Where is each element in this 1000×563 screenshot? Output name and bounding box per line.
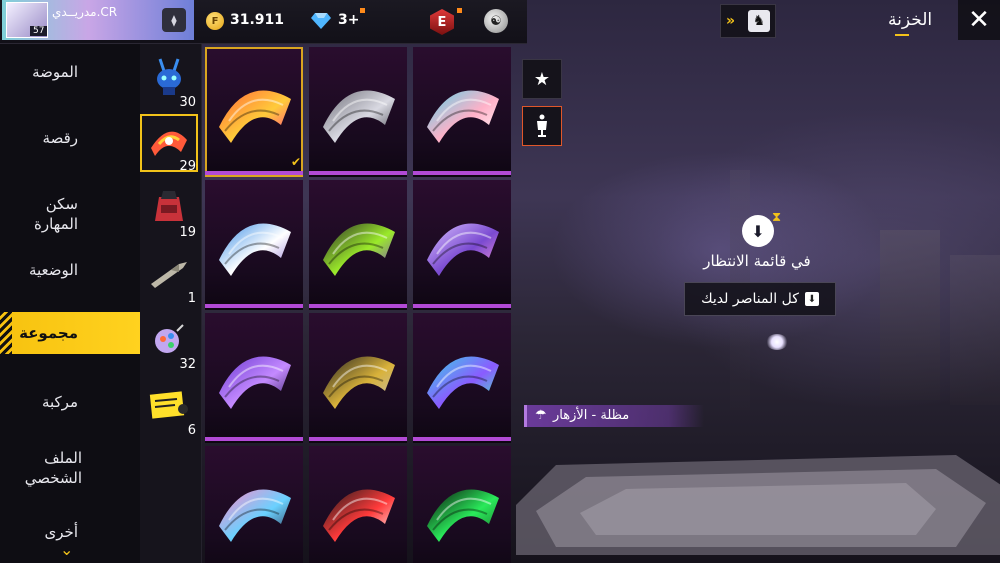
- category-fashion[interactable]: الموضة: [0, 62, 140, 82]
- subcategory-emote-item[interactable]: 32: [140, 310, 202, 374]
- elite-pass-badge-icon[interactable]: E: [430, 9, 454, 35]
- category-menu: الموضة رقصة سكن المهارة الوضعية مجموعة م…: [0, 44, 140, 563]
- parachute-icon: [323, 356, 395, 409]
- vault-switch-button[interactable]: » ♞: [720, 4, 776, 38]
- subcategory-banner[interactable]: 6: [140, 376, 202, 440]
- item-name-banner: ☂ مظلة - الأزهار: [524, 405, 704, 427]
- parachute-icon: [427, 489, 499, 542]
- item-tile-parachute-red-text[interactable]: [309, 446, 407, 563]
- top-bar: 57 مدريــدي.CR ⧫ F 31.911 3+ E ☯: [0, 0, 527, 44]
- page-title: الخزنة: [888, 10, 933, 30]
- display-platform: [516, 455, 1000, 555]
- item-grid: ✔: [204, 46, 514, 563]
- parachute-icon: [323, 489, 395, 542]
- gold-coin-icon: F: [206, 12, 224, 30]
- item-tile-parachute-silver[interactable]: [309, 47, 407, 177]
- parachute-icon: [323, 223, 395, 276]
- rarity-bar: [413, 171, 511, 175]
- scene-light: [766, 334, 788, 350]
- rarity-bar: [205, 171, 303, 175]
- category-vehicle[interactable]: مركبة: [0, 392, 140, 412]
- item-tile-parachute-skull[interactable]: ✔: [205, 47, 303, 177]
- parachute-icon: [219, 223, 291, 276]
- guild-emblem-icon[interactable]: ☯: [484, 9, 508, 33]
- player-name: مدريــدي.CR: [52, 5, 118, 19]
- mannequin-icon[interactable]: [522, 106, 562, 146]
- parachute-icon: [148, 120, 190, 162]
- item-tile-parachute-purple-zigzag[interactable]: [205, 313, 303, 443]
- subcategory-count: 29: [179, 159, 196, 174]
- item-name: مظلة - الأزهار: [553, 408, 630, 423]
- rarity-bar: [205, 437, 303, 441]
- diamond-icon: [311, 13, 331, 29]
- rank-badge-icon[interactable]: ⧫: [162, 8, 186, 32]
- item-tile-parachute-gold-skull[interactable]: [309, 313, 407, 443]
- equipped-check-icon: ✔: [290, 155, 301, 169]
- parachute-icon: [427, 90, 499, 143]
- parachute-icon: [323, 90, 395, 143]
- player-level: 57: [30, 26, 48, 36]
- banner-icon: [148, 384, 190, 426]
- item-tile-parachute-violet[interactable]: [413, 180, 511, 310]
- vault-icon: ♞: [748, 10, 770, 32]
- profile-card[interactable]: 57 مدريــدي.CR ⧫: [2, 0, 194, 40]
- category-pose[interactable]: الوضعية: [0, 260, 140, 280]
- rarity-bar: [309, 437, 407, 441]
- parachute-small-icon: ☂: [535, 408, 547, 423]
- title-underline: [895, 34, 909, 36]
- double-chevron-icon: »: [726, 13, 736, 29]
- item-tile-parachute-cyan-pink[interactable]: [413, 47, 511, 177]
- parachute-icon: [427, 356, 499, 409]
- all-items-label: كل المناصر لديك: [701, 291, 799, 307]
- category-collection[interactable]: مجموعة: [0, 312, 140, 354]
- subcategory-count: 6: [187, 423, 196, 438]
- chevron-down-icon[interactable]: ⌄: [60, 540, 73, 559]
- diamond-value[interactable]: 3+: [338, 12, 359, 28]
- download-cloud-icon: ⬇: [742, 215, 774, 247]
- rarity-bar: [413, 437, 511, 441]
- star-icon[interactable]: ★: [522, 59, 562, 99]
- hourglass-icon: ⧗: [772, 210, 782, 225]
- category-emote[interactable]: رقصة: [0, 128, 140, 148]
- rarity-bar: [205, 304, 303, 308]
- notification-dot: [360, 8, 365, 13]
- subcategory-count: 1: [187, 291, 196, 306]
- bunny-robot-icon: [148, 56, 190, 98]
- rarity-bar: [309, 171, 407, 175]
- notification-dot: [457, 8, 462, 13]
- subcategory-count: 32: [179, 357, 196, 372]
- category-skill-skin[interactable]: سكن المهارة: [0, 194, 140, 234]
- item-tile-parachute-green-maze[interactable]: [309, 180, 407, 310]
- subcategory-skyboard[interactable]: 1: [140, 244, 202, 308]
- backpack-icon: [148, 186, 190, 228]
- subcategory-column: 30 29 19 1 32 6: [140, 44, 202, 563]
- category-other[interactable]: أخرى: [0, 522, 140, 542]
- close-icon[interactable]: ✕: [958, 0, 1000, 40]
- item-tile-parachute-green-circuit[interactable]: [413, 446, 511, 563]
- queue-status-text: في قائمة الانتظار: [703, 252, 811, 270]
- subcategory-backpack[interactable]: 19: [140, 178, 202, 242]
- item-tile-parachute-blue-wave[interactable]: [205, 180, 303, 310]
- subcategory-count: 30: [179, 95, 196, 110]
- skyboard-icon: [148, 252, 190, 294]
- parachute-icon: [219, 489, 291, 542]
- all-items-button[interactable]: كل المناصر لديك ⬇: [684, 282, 836, 316]
- item-tile-parachute-holo[interactable]: [413, 313, 511, 443]
- rarity-bar: [413, 304, 511, 308]
- subcategory-pet[interactable]: 30: [140, 48, 202, 112]
- category-profile[interactable]: الملف الشخصي: [0, 448, 140, 488]
- rarity-bar: [309, 304, 407, 308]
- download-icon: ⬇: [804, 292, 819, 306]
- subcategory-count: 19: [179, 225, 196, 240]
- emote-icon: [148, 318, 190, 360]
- item-tile-parachute-anime[interactable]: [205, 446, 303, 563]
- gold-coin-value: 31.911: [230, 12, 285, 28]
- parachute-icon: [427, 223, 499, 276]
- parachute-icon: [219, 90, 291, 143]
- parachute-icon: [219, 356, 291, 409]
- subcategory-parachute[interactable]: 29: [140, 112, 202, 176]
